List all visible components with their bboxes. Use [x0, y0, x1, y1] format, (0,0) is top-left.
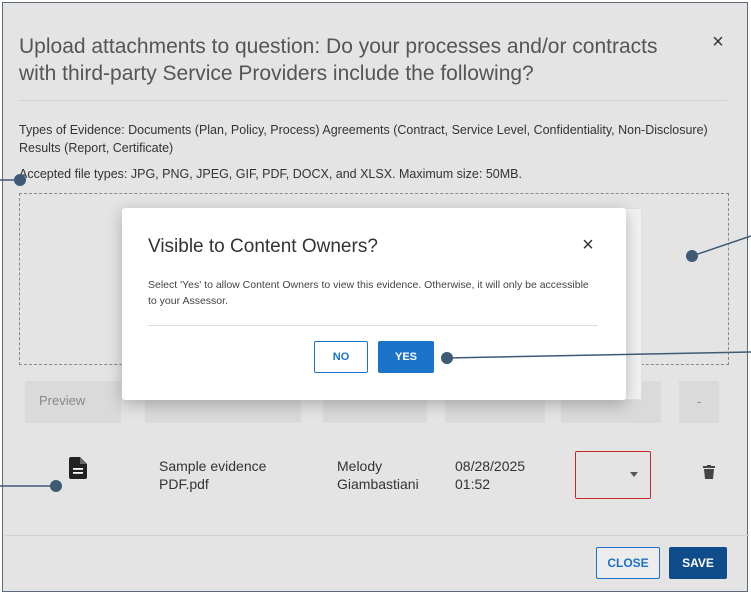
date-line2: 01:52	[455, 476, 491, 492]
visibility-confirm-modal: Visible to Content Owners? × Select 'Yes…	[122, 208, 626, 400]
modal-close-icon[interactable]: ×	[577, 234, 599, 256]
modal-body-text: Select 'Yes' to allow Content Owners to …	[148, 279, 589, 307]
dialog-close-icon[interactable]: ×	[707, 31, 729, 53]
document-icon	[69, 457, 87, 479]
date-cell: 08/28/2025 01:52	[455, 457, 525, 493]
chevron-down-icon	[630, 472, 638, 477]
modal-divider	[148, 325, 598, 326]
owner-line1: Melody	[337, 458, 383, 474]
close-button[interactable]: CLOSE	[596, 547, 660, 579]
trash-icon[interactable]	[703, 465, 715, 479]
owner-cell: Melody Giambastiani	[337, 457, 419, 493]
title-divider	[19, 100, 727, 101]
types-of-evidence-text: Types of Evidence: Documents (Plan, Poli…	[19, 123, 708, 155]
file-name-line1: Sample evidence	[159, 458, 267, 474]
footer-divider	[5, 535, 749, 536]
save-button[interactable]: SAVE	[669, 547, 727, 579]
table-row: Sample evidence PDF.pdf Melody Giambasti…	[25, 443, 725, 523]
date-line1: 08/28/2025	[455, 458, 526, 474]
visibility-select[interactable]	[575, 451, 651, 499]
accepted-file-types-text: Accepted file types: JPG, PNG, JPEG, GIF…	[19, 167, 522, 181]
yes-button[interactable]: YES	[378, 341, 434, 373]
column-header-preview: Preview	[25, 381, 121, 423]
file-name-cell: Sample evidence PDF.pdf	[159, 457, 266, 493]
dialog-title: Upload attachments to question: Do your …	[19, 35, 658, 85]
file-name-line2: PDF.pdf	[159, 476, 209, 492]
column-header-actions: -	[679, 381, 719, 423]
no-button[interactable]: NO	[314, 341, 368, 373]
owner-line2: Giambastiani	[337, 476, 419, 492]
modal-title: Visible to Content Owners?	[148, 236, 378, 257]
